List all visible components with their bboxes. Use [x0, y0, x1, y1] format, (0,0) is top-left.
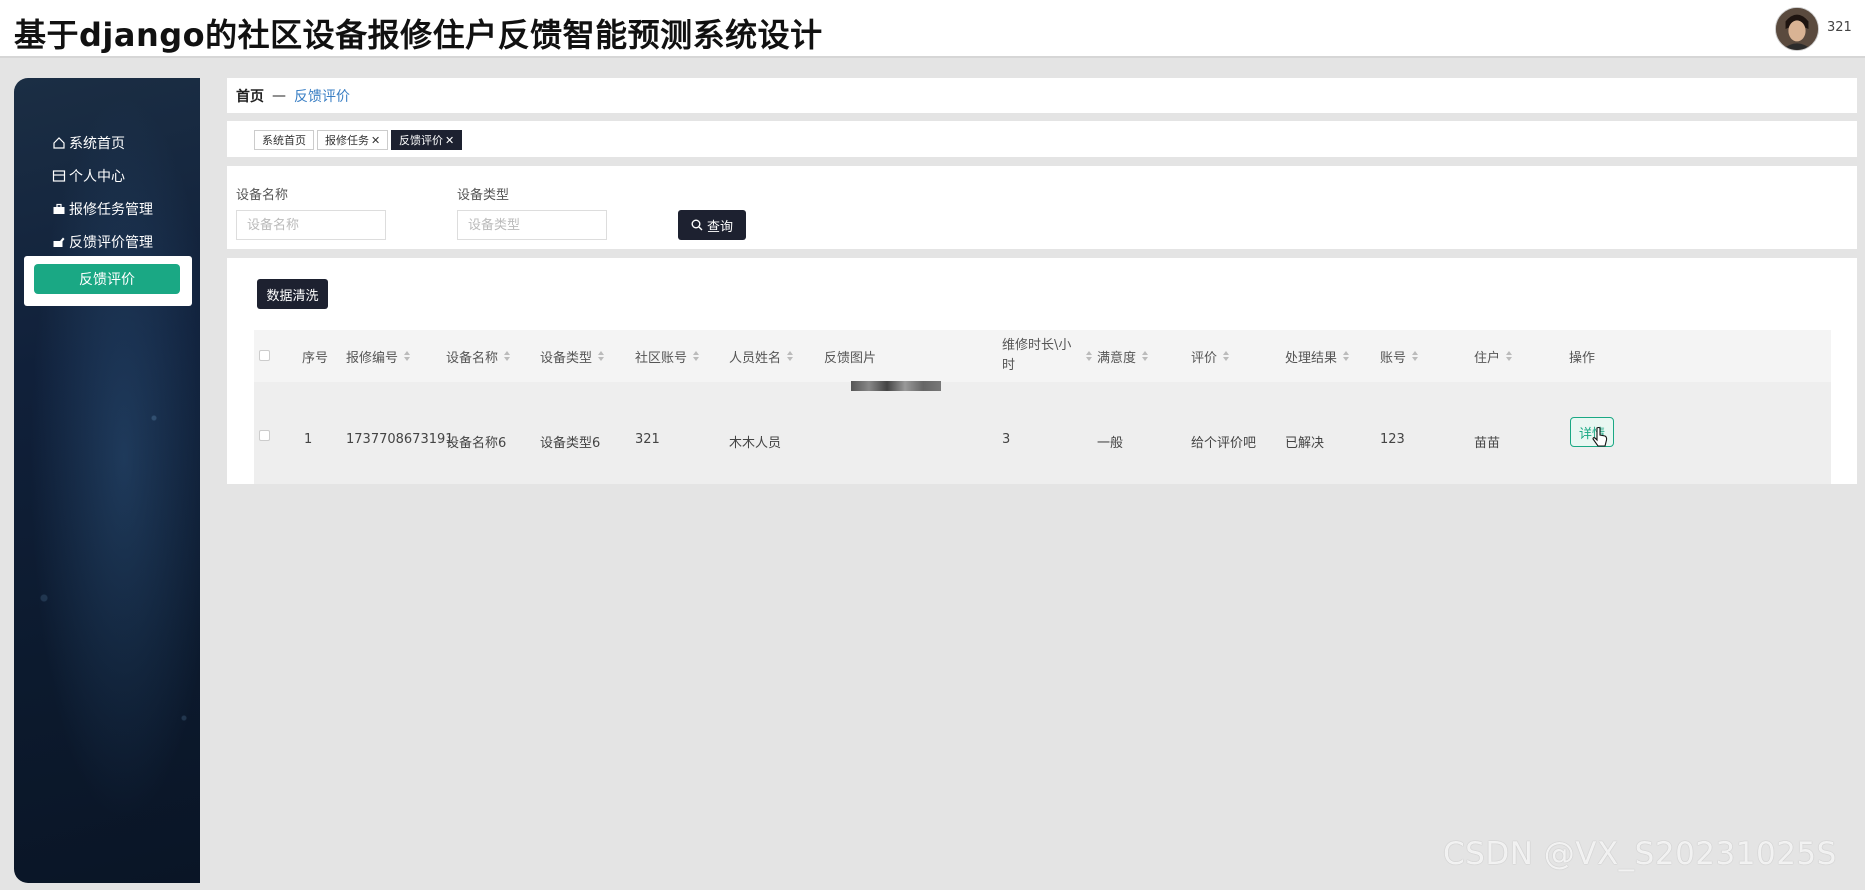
search-button[interactable]: 查询	[678, 210, 746, 240]
cell-account: 123	[1380, 432, 1405, 447]
cell-index: 1	[304, 432, 313, 447]
top-header: 基于django的社区设备报修住户反馈智能预测系统设计 321	[0, 0, 1865, 58]
sidebar-item-feedback[interactable]: 反馈评价管理	[52, 232, 153, 252]
breadcrumb-home[interactable]: 首页	[236, 86, 264, 106]
device-name-label: 设备名称	[236, 188, 289, 203]
sidebar-item-home[interactable]: 系统首页	[52, 133, 125, 153]
feedback-table: 序号 报修编号 设备名称 设备类型 社区账号 人员姓名 反馈图片 维修时长\小时…	[254, 330, 1831, 484]
table-header: 序号 报修编号 设备名称 设备类型 社区账号 人员姓名 反馈图片 维修时长\小时…	[254, 330, 1831, 382]
breadcrumb-separator: —	[272, 87, 286, 104]
briefcase-icon	[53, 203, 65, 214]
column-header: 序号	[302, 350, 329, 366]
column-header[interactable]: 设备类型	[540, 330, 605, 382]
tab-feedback-review[interactable]: 反馈评价 ✕	[391, 130, 463, 150]
search-button-label: 查询	[706, 219, 733, 235]
sort-icon[interactable]	[1506, 351, 1513, 361]
sidebar-item-repair-tasks[interactable]: 报修任务管理	[52, 199, 153, 219]
column-header[interactable]: 社区账号	[635, 330, 700, 382]
tab-bar: 系统首页 报修任务 ✕ 反馈评价 ✕	[227, 121, 1857, 157]
cell-device-name: 设备名称6	[446, 436, 507, 451]
device-name-input[interactable]	[236, 210, 386, 240]
breadcrumb-current: 反馈评价	[294, 88, 350, 105]
column-header[interactable]: 住户	[1474, 330, 1513, 382]
row-checkbox[interactable]	[259, 430, 270, 441]
sort-icon[interactable]	[404, 351, 411, 361]
cell-community-account: 321	[635, 432, 660, 447]
sidebar-item-label: 报修任务管理	[69, 202, 153, 218]
column-header[interactable]: 维修时长\小时	[1002, 330, 1092, 382]
close-icon[interactable]: ✕	[371, 134, 380, 147]
sidebar-item-label: 反馈评价管理	[69, 235, 153, 251]
cell-resident: 苗苗	[1474, 436, 1501, 451]
device-type-input[interactable]	[457, 210, 607, 240]
submenu-item-feedback-review[interactable]: 反馈评价	[34, 264, 180, 294]
user-avatar[interactable]	[1775, 7, 1819, 51]
sort-icon[interactable]	[1086, 351, 1092, 361]
sort-icon[interactable]	[1223, 351, 1230, 361]
search-icon	[691, 219, 703, 231]
sort-icon[interactable]	[504, 351, 511, 361]
tab-label: 报修任务	[325, 134, 369, 147]
tab-label: 反馈评价	[399, 134, 443, 147]
content-panel: 数据清洗 序号 报修编号 设备名称 设备类型 社区账号 人员姓名 反馈图片 维修…	[227, 258, 1857, 484]
feedback-icon	[53, 237, 65, 247]
sidebar-item-label: 个人中心	[69, 169, 125, 185]
sort-icon[interactable]	[693, 351, 700, 361]
column-header[interactable]: 处理结果	[1285, 330, 1350, 382]
breadcrumb: 首页 — 反馈评价	[227, 78, 1857, 113]
sort-icon[interactable]	[787, 351, 794, 361]
cell-satisfaction: 一般	[1097, 436, 1124, 451]
data-clean-button[interactable]: 数据清洗	[257, 279, 328, 309]
search-panel: 设备名称 设备类型 查询	[227, 166, 1857, 249]
cell-repair-no: 1737708673191	[346, 432, 454, 447]
cell-comment: 给个评价吧	[1191, 436, 1257, 451]
tab-repair-tasks[interactable]: 报修任务 ✕	[317, 130, 389, 150]
sort-icon[interactable]	[598, 351, 605, 361]
sidebar-item-profile[interactable]: 个人中心	[52, 166, 125, 186]
column-header[interactable]: 人员姓名	[729, 330, 794, 382]
detail-button[interactable]: 详情	[1570, 417, 1614, 447]
feedback-image[interactable]	[851, 381, 941, 391]
watermark: CSDN @VX_S20231025S	[1443, 836, 1837, 872]
column-header[interactable]: 报修编号	[346, 330, 411, 382]
sidebar-item-label: 系统首页	[69, 136, 125, 152]
cell-device-type: 设备类型6	[540, 436, 601, 451]
cell-repair-hours: 3	[1002, 432, 1011, 447]
sort-icon[interactable]	[1343, 351, 1350, 361]
sort-icon[interactable]	[1412, 351, 1419, 361]
submenu-panel: 反馈评价	[24, 256, 192, 306]
sidebar: 系统首页 个人中心 报修任务管理 反馈评价管理 反馈评价	[14, 78, 200, 883]
column-header: 反馈图片	[824, 350, 877, 366]
column-header[interactable]: 评价	[1191, 330, 1230, 382]
home-icon	[53, 137, 65, 149]
column-header[interactable]: 满意度	[1097, 330, 1149, 382]
close-icon[interactable]: ✕	[445, 134, 454, 147]
cell-staff-name: 木木人员	[729, 436, 782, 451]
sort-icon[interactable]	[1142, 351, 1149, 361]
app-title: 基于django的社区设备报修住户反馈智能预测系统设计	[14, 16, 823, 54]
profile-icon	[52, 170, 66, 182]
column-header: 操作	[1569, 350, 1596, 366]
column-header[interactable]: 设备名称	[446, 330, 511, 382]
username[interactable]: 321	[1827, 20, 1852, 35]
tab-system-home[interactable]: 系统首页	[254, 130, 314, 150]
column-header[interactable]: 账号	[1380, 330, 1419, 382]
device-type-label: 设备类型	[457, 188, 510, 203]
cell-result: 已解决	[1285, 436, 1325, 451]
select-all-checkbox[interactable]	[259, 350, 270, 361]
tab-label: 系统首页	[262, 134, 306, 147]
